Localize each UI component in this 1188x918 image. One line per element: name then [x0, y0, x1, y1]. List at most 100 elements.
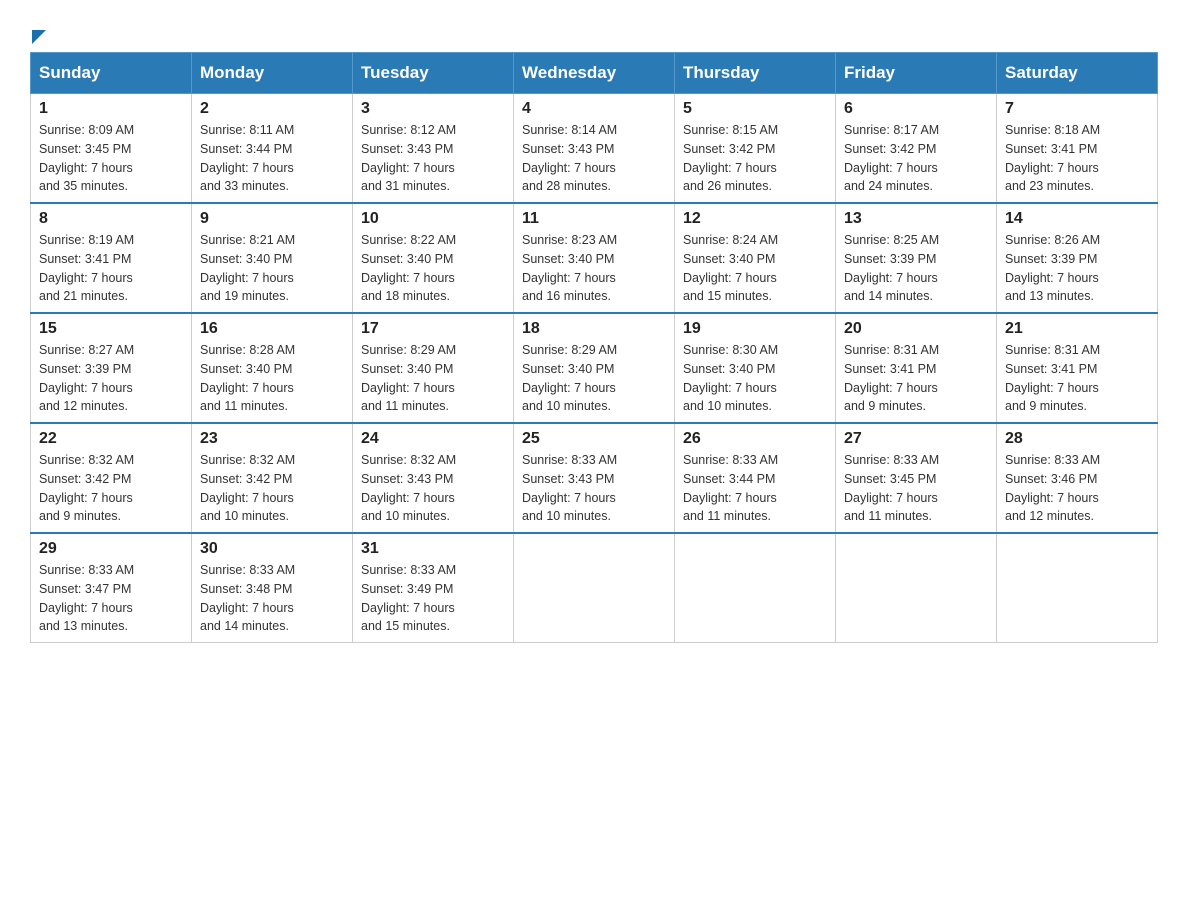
- logo-triangle: [32, 30, 46, 44]
- day-number: 31: [361, 540, 505, 558]
- calendar-week-row: 15Sunrise: 8:27 AM Sunset: 3:39 PM Dayli…: [31, 313, 1158, 423]
- day-number: 20: [844, 320, 988, 338]
- day-number: 8: [39, 210, 183, 228]
- calendar-cell: 2 Sunrise: 8:11 AM Sunset: 3:44 PM Daylig…: [192, 94, 353, 204]
- day-info: Sunrise: 8:09 AM Sunset: 3:45 PM Dayligh…: [39, 121, 183, 196]
- day-info: Sunrise: 8:15 AM Sunset: 3:42 PM Dayligh…: [683, 121, 827, 196]
- calendar-header-row: Sunday Monday Tuesday Wednesday Thursday…: [31, 53, 1158, 94]
- logo: [30, 20, 46, 42]
- day-number: 6: [844, 100, 988, 118]
- day-info: Sunrise: 8:18 AM Sunset: 3:41 PM Dayligh…: [1005, 121, 1149, 196]
- calendar-cell: 17Sunrise: 8:29 AM Sunset: 3:40 PM Dayli…: [353, 313, 514, 423]
- calendar-cell: 3 Sunrise: 8:12 AM Sunset: 3:43 PM Daylig…: [353, 94, 514, 204]
- day-info: Sunrise: 8:31 AM Sunset: 3:41 PM Dayligh…: [844, 341, 988, 416]
- calendar-cell: [997, 533, 1158, 643]
- calendar-cell: 14 Sunrise: 8:26 AM Sunset: 3:39 PM Dayli…: [997, 203, 1158, 313]
- day-info: Sunrise: 8:30 AM Sunset: 3:40 PM Dayligh…: [683, 341, 827, 416]
- day-info: Sunrise: 8:33 AM Sunset: 3:47 PM Dayligh…: [39, 561, 183, 636]
- calendar-cell: 16 Sunrise: 8:28 AM Sunset: 3:40 PM Dayli…: [192, 313, 353, 423]
- day-number: 9: [200, 210, 344, 228]
- header-tuesday: Tuesday: [353, 53, 514, 94]
- day-info: Sunrise: 8:21 AM Sunset: 3:40 PM Dayligh…: [200, 231, 344, 306]
- day-number: 22: [39, 430, 183, 448]
- day-number: 27: [844, 430, 988, 448]
- day-info: Sunrise: 8:12 AM Sunset: 3:43 PM Dayligh…: [361, 121, 505, 196]
- calendar-cell: 4 Sunrise: 8:14 AM Sunset: 3:43 PM Daylig…: [514, 94, 675, 204]
- day-number: 11: [522, 210, 666, 228]
- header-sunday: Sunday: [31, 53, 192, 94]
- day-number: 2: [200, 100, 344, 118]
- header-friday: Friday: [836, 53, 997, 94]
- calendar-week-row: 29Sunrise: 8:33 AM Sunset: 3:47 PM Dayli…: [31, 533, 1158, 643]
- day-number: 24: [361, 430, 505, 448]
- page-header: [30, 20, 1158, 42]
- calendar-cell: 27 Sunrise: 8:33 AM Sunset: 3:45 PM Dayli…: [836, 423, 997, 533]
- calendar-cell: 8 Sunrise: 8:19 AM Sunset: 3:41 PM Daylig…: [31, 203, 192, 313]
- day-info: Sunrise: 8:19 AM Sunset: 3:41 PM Dayligh…: [39, 231, 183, 306]
- calendar-cell: 30Sunrise: 8:33 AM Sunset: 3:48 PM Dayli…: [192, 533, 353, 643]
- calendar-week-row: 8 Sunrise: 8:19 AM Sunset: 3:41 PM Daylig…: [31, 203, 1158, 313]
- day-info: Sunrise: 8:23 AM Sunset: 3:40 PM Dayligh…: [522, 231, 666, 306]
- day-number: 5: [683, 100, 827, 118]
- day-info: Sunrise: 8:31 AM Sunset: 3:41 PM Dayligh…: [1005, 341, 1149, 416]
- day-number: 28: [1005, 430, 1149, 448]
- day-info: Sunrise: 8:33 AM Sunset: 3:45 PM Dayligh…: [844, 451, 988, 526]
- day-info: Sunrise: 8:32 AM Sunset: 3:42 PM Dayligh…: [39, 451, 183, 526]
- day-number: 7: [1005, 100, 1149, 118]
- calendar-cell: 23 Sunrise: 8:32 AM Sunset: 3:42 PM Dayli…: [192, 423, 353, 533]
- calendar-cell: 7 Sunrise: 8:18 AM Sunset: 3:41 PM Daylig…: [997, 94, 1158, 204]
- day-number: 12: [683, 210, 827, 228]
- calendar-cell: 6Sunrise: 8:17 AM Sunset: 3:42 PM Daylig…: [836, 94, 997, 204]
- day-info: Sunrise: 8:25 AM Sunset: 3:39 PM Dayligh…: [844, 231, 988, 306]
- day-info: Sunrise: 8:22 AM Sunset: 3:40 PM Dayligh…: [361, 231, 505, 306]
- calendar-cell: [675, 533, 836, 643]
- day-number: 10: [361, 210, 505, 228]
- header-saturday: Saturday: [997, 53, 1158, 94]
- day-number: 21: [1005, 320, 1149, 338]
- day-info: Sunrise: 8:14 AM Sunset: 3:43 PM Dayligh…: [522, 121, 666, 196]
- calendar-cell: 5 Sunrise: 8:15 AM Sunset: 3:42 PM Daylig…: [675, 94, 836, 204]
- day-number: 13: [844, 210, 988, 228]
- calendar-cell: 13 Sunrise: 8:25 AM Sunset: 3:39 PM Dayli…: [836, 203, 997, 313]
- day-info: Sunrise: 8:24 AM Sunset: 3:40 PM Dayligh…: [683, 231, 827, 306]
- calendar-cell: 12 Sunrise: 8:24 AM Sunset: 3:40 PM Dayli…: [675, 203, 836, 313]
- calendar-table: Sunday Monday Tuesday Wednesday Thursday…: [30, 52, 1158, 643]
- day-info: Sunrise: 8:33 AM Sunset: 3:44 PM Dayligh…: [683, 451, 827, 526]
- day-number: 3: [361, 100, 505, 118]
- day-number: 16: [200, 320, 344, 338]
- day-number: 15: [39, 320, 183, 338]
- day-info: Sunrise: 8:32 AM Sunset: 3:42 PM Dayligh…: [200, 451, 344, 526]
- day-info: Sunrise: 8:33 AM Sunset: 3:48 PM Dayligh…: [200, 561, 344, 636]
- day-info: Sunrise: 8:26 AM Sunset: 3:39 PM Dayligh…: [1005, 231, 1149, 306]
- calendar-cell: 15Sunrise: 8:27 AM Sunset: 3:39 PM Dayli…: [31, 313, 192, 423]
- calendar-cell: 11 Sunrise: 8:23 AM Sunset: 3:40 PM Dayli…: [514, 203, 675, 313]
- calendar-week-row: 22 Sunrise: 8:32 AM Sunset: 3:42 PM Dayli…: [31, 423, 1158, 533]
- calendar-cell: [514, 533, 675, 643]
- day-info: Sunrise: 8:29 AM Sunset: 3:40 PM Dayligh…: [522, 341, 666, 416]
- calendar-week-row: 1Sunrise: 8:09 AM Sunset: 3:45 PM Daylig…: [31, 94, 1158, 204]
- calendar-cell: 19 Sunrise: 8:30 AM Sunset: 3:40 PM Dayli…: [675, 313, 836, 423]
- day-number: 25: [522, 430, 666, 448]
- calendar-cell: 10 Sunrise: 8:22 AM Sunset: 3:40 PM Dayli…: [353, 203, 514, 313]
- day-info: Sunrise: 8:33 AM Sunset: 3:43 PM Dayligh…: [522, 451, 666, 526]
- day-number: 23: [200, 430, 344, 448]
- calendar-cell: 29Sunrise: 8:33 AM Sunset: 3:47 PM Dayli…: [31, 533, 192, 643]
- day-info: Sunrise: 8:11 AM Sunset: 3:44 PM Dayligh…: [200, 121, 344, 196]
- calendar-cell: 20 Sunrise: 8:31 AM Sunset: 3:41 PM Dayli…: [836, 313, 997, 423]
- calendar-cell: 24Sunrise: 8:32 AM Sunset: 3:43 PM Dayli…: [353, 423, 514, 533]
- day-info: Sunrise: 8:33 AM Sunset: 3:49 PM Dayligh…: [361, 561, 505, 636]
- day-number: 26: [683, 430, 827, 448]
- header-wednesday: Wednesday: [514, 53, 675, 94]
- header-thursday: Thursday: [675, 53, 836, 94]
- day-number: 14: [1005, 210, 1149, 228]
- day-number: 19: [683, 320, 827, 338]
- day-number: 4: [522, 100, 666, 118]
- calendar-cell: 22 Sunrise: 8:32 AM Sunset: 3:42 PM Dayli…: [31, 423, 192, 533]
- day-info: Sunrise: 8:33 AM Sunset: 3:46 PM Dayligh…: [1005, 451, 1149, 526]
- calendar-cell: 21 Sunrise: 8:31 AM Sunset: 3:41 PM Dayli…: [997, 313, 1158, 423]
- calendar-cell: 18 Sunrise: 8:29 AM Sunset: 3:40 PM Dayli…: [514, 313, 675, 423]
- header-monday: Monday: [192, 53, 353, 94]
- day-number: 18: [522, 320, 666, 338]
- day-info: Sunrise: 8:28 AM Sunset: 3:40 PM Dayligh…: [200, 341, 344, 416]
- calendar-cell: [836, 533, 997, 643]
